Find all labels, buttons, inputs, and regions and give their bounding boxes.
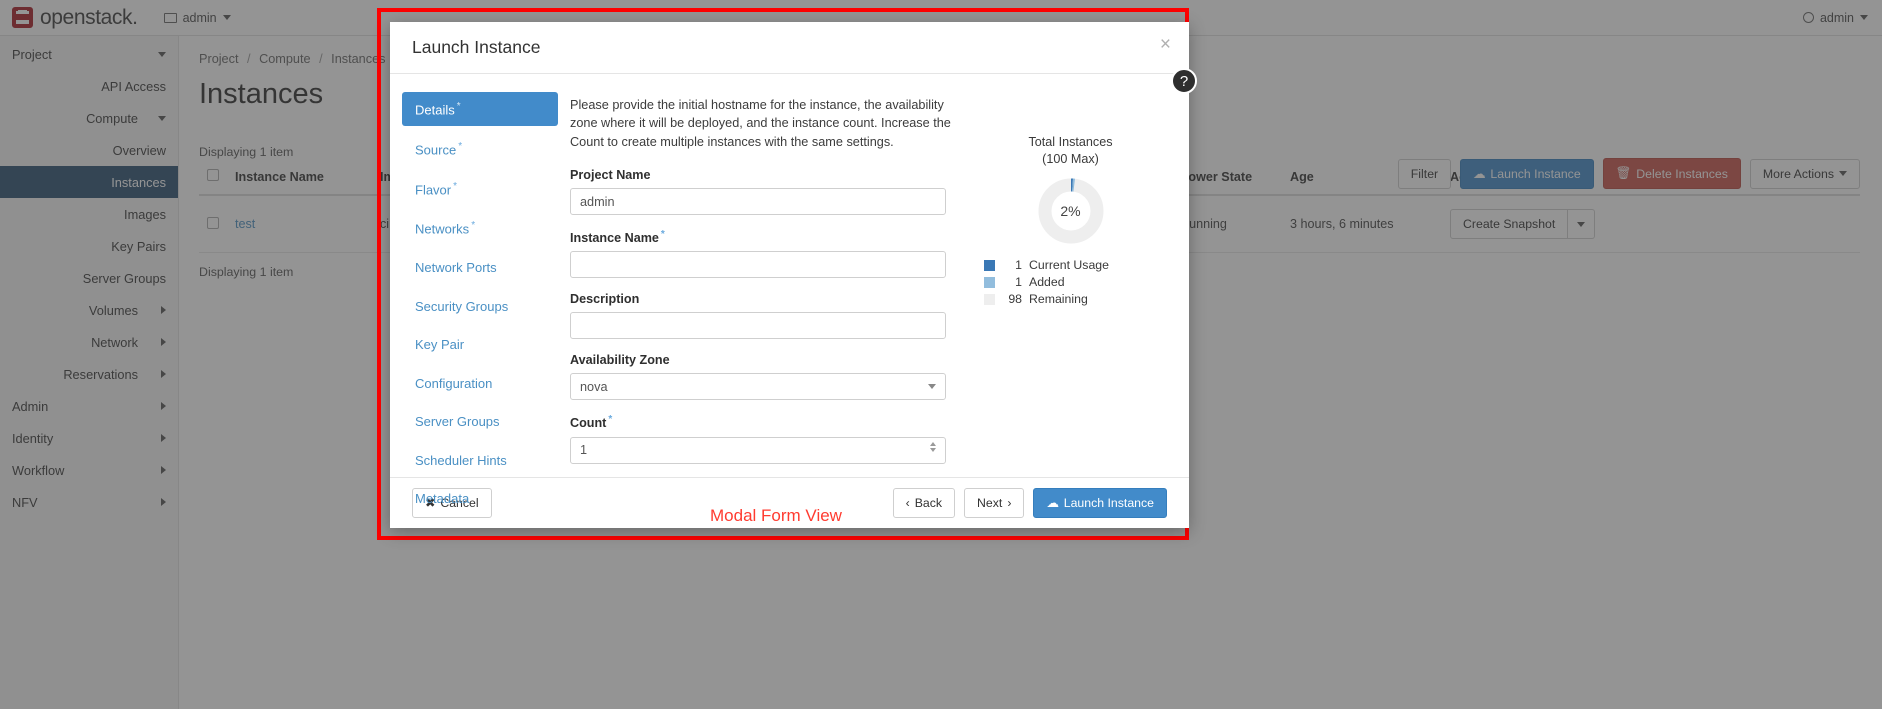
required-asterisk: * [608, 414, 612, 425]
stepper-up-icon[interactable] [930, 442, 936, 446]
wizard-step-security-groups[interactable]: Security Groups [402, 290, 558, 323]
project-name-label: Project Name [570, 168, 968, 182]
legend-label: Added [1029, 275, 1065, 289]
wizard-step-networks[interactable]: Networks* [402, 211, 558, 245]
description-field: Description [570, 292, 968, 339]
details-intro-text: Please provide the initial hostname for … [570, 96, 968, 151]
wizard-step-key-pair[interactable]: Key Pair [402, 328, 558, 361]
modal-body: Details* Source* Flavor* Networks* Netwo… [390, 74, 1189, 477]
wizard-step-list: Details* Source* Flavor* Networks* Netwo… [390, 74, 558, 477]
footer-actions: ‹ Back Next › ☁ Launch Instance [893, 488, 1167, 518]
legend-label: Current Usage [1029, 258, 1109, 272]
availability-zone-label: Availability Zone [570, 353, 968, 367]
legend-item-remaining: 98 Remaining [984, 292, 1173, 306]
wizard-step-details[interactable]: Details* [402, 92, 558, 126]
chart-title-text: Total Instances [968, 134, 1173, 151]
wizard-step-label: Source [415, 142, 456, 157]
next-label: Next [977, 496, 1002, 510]
availability-zone-value: nova [580, 380, 608, 394]
help-button[interactable]: ? [1171, 68, 1197, 94]
wizard-step-label: Key Pair [415, 337, 464, 352]
wizard-step-label: Flavor [415, 182, 451, 197]
required-asterisk: * [457, 101, 461, 112]
required-asterisk: * [453, 181, 457, 192]
wizard-step-label: Configuration [415, 376, 492, 391]
wizard-step-scheduler-hints[interactable]: Scheduler Hints [402, 444, 558, 477]
required-asterisk: * [458, 141, 462, 152]
wizard-step-label: Networks [415, 222, 469, 237]
launch-instance-modal: ? Launch Instance × Details* Source* Fla… [390, 22, 1189, 528]
quantity-stepper[interactable] [930, 442, 936, 452]
description-input[interactable] [570, 312, 946, 339]
availability-zone-select[interactable]: nova [570, 373, 946, 400]
modal-header: Launch Instance × [390, 22, 1189, 74]
legend-label: Remaining [1029, 292, 1088, 306]
chevron-right-icon: › [1007, 496, 1011, 510]
launch-submit-label: Launch Instance [1064, 496, 1154, 510]
availability-zone-field: Availability Zone nova [570, 353, 968, 400]
wizard-step-source[interactable]: Source* [402, 132, 558, 166]
wizard-step-label: Network Ports [415, 260, 497, 275]
modal-title: Launch Instance [412, 37, 540, 58]
legend-swatch [984, 294, 995, 305]
instance-name-input[interactable] [570, 251, 946, 278]
wizard-step-configuration[interactable]: Configuration [402, 367, 558, 400]
instance-name-label-text: Instance Name [570, 231, 659, 245]
chevron-down-icon [928, 384, 936, 389]
wizard-step-label: Server Groups [415, 414, 500, 429]
back-label: Back [915, 496, 942, 510]
legend-value: 1 [1002, 275, 1022, 289]
donut-center-label: 2% [1038, 178, 1104, 244]
wizard-step-flavor[interactable]: Flavor* [402, 172, 558, 206]
chart-title: Total Instances (100 Max) [968, 134, 1173, 168]
legend-item-added: 1 Added [984, 275, 1173, 289]
stepper-down-icon[interactable] [930, 448, 936, 452]
chart-subtitle-text: (100 Max) [968, 151, 1173, 168]
count-field: Count* 1 [570, 414, 968, 463]
wizard-step-label: Details [415, 102, 455, 117]
details-form: Please provide the initial hostname for … [570, 96, 968, 477]
instance-name-label: Instance Name* [570, 229, 968, 245]
instance-quota-chart: Total Instances (100 Max) 2% [968, 96, 1173, 477]
donut-chart: 2% [1038, 178, 1104, 244]
legend-swatch [984, 260, 995, 271]
application-root: openstack. admin admin Project API Acces… [0, 0, 1882, 709]
close-icon[interactable]: × [1160, 35, 1171, 54]
wizard-step-label: Metadata [415, 491, 469, 506]
legend-value: 98 [1002, 292, 1022, 306]
required-asterisk: * [471, 220, 475, 231]
launch-icon: ☁ [1046, 496, 1058, 510]
required-asterisk: * [661, 229, 665, 240]
chart-legend: 1 Current Usage 1 Added 98 Remaining [968, 258, 1173, 306]
project-name-field: Project Name admin [570, 168, 968, 215]
back-button[interactable]: ‹ Back [893, 488, 955, 518]
legend-item-current-usage: 1 Current Usage [984, 258, 1173, 272]
wizard-step-label: Scheduler Hints [415, 453, 507, 468]
legend-value: 1 [1002, 258, 1022, 272]
launch-instance-submit-button[interactable]: ☁ Launch Instance [1033, 488, 1167, 518]
wizard-step-metadata[interactable]: Metadata [402, 482, 558, 515]
wizard-step-label: Security Groups [415, 299, 508, 314]
wizard-step-network-ports[interactable]: Network Ports [402, 251, 558, 284]
chevron-left-icon: ‹ [906, 496, 910, 510]
count-label-text: Count [570, 417, 606, 431]
count-value: 1 [580, 443, 587, 457]
instance-name-field: Instance Name* [570, 229, 968, 278]
count-input[interactable]: 1 [570, 437, 946, 464]
annotation-caption: Modal Form View [710, 506, 842, 526]
wizard-step-server-groups[interactable]: Server Groups [402, 405, 558, 438]
description-label: Description [570, 292, 968, 306]
count-label: Count* [570, 414, 968, 430]
wizard-panel-details: Please provide the initial hostname for … [558, 74, 1189, 477]
next-button[interactable]: Next › [964, 488, 1024, 518]
legend-swatch [984, 277, 995, 288]
project-name-input: admin [570, 188, 946, 215]
